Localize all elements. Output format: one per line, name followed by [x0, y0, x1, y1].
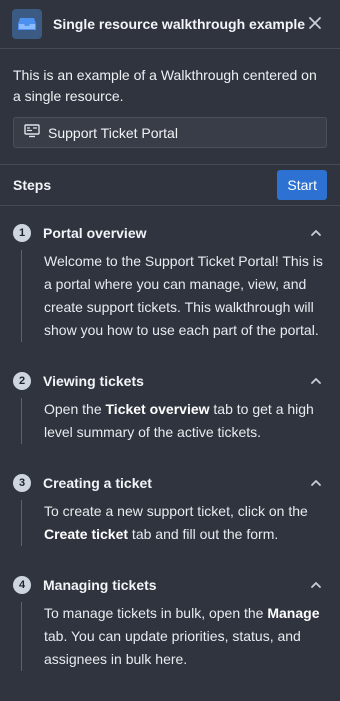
panel-title: Single resource walkthrough example — [53, 16, 306, 32]
step-body-text: tab and fill out the form. — [128, 526, 279, 542]
step-number: 4 — [13, 576, 31, 594]
step-number: 1 — [13, 224, 31, 242]
step-title: Creating a ticket — [43, 475, 152, 491]
step-item: 2 Viewing tickets Open the Ticket overview… — [13, 368, 327, 444]
step-item: 1 Portal overview Welcome to the Support T… — [13, 220, 327, 342]
step-number: 2 — [13, 372, 31, 390]
application-icon — [24, 124, 40, 141]
step-header[interactable]: 2 Viewing tickets — [13, 368, 327, 394]
step-body-text: Open the — [44, 401, 106, 417]
panel-header: Single resource walkthrough example — [0, 0, 340, 48]
resource-label: Support Ticket Portal — [48, 124, 178, 141]
close-icon[interactable] — [308, 16, 322, 30]
step-body-emphasis: Create ticket — [44, 526, 129, 542]
step-header[interactable]: 3 Creating a ticket — [13, 470, 327, 496]
step-number: 3 — [13, 474, 31, 492]
step-body: Welcome to the Support Ticket Portal! Th… — [21, 250, 327, 342]
step-item: 3 Creating a ticket To create a new suppor… — [13, 470, 327, 546]
step-title: Managing tickets — [43, 577, 157, 593]
step-body-emphasis: Ticket overview — [105, 401, 210, 417]
steps-list: 1 Portal overview Welcome to the Support T… — [0, 206, 340, 671]
step-body-text: tab. You can update priorities, status, … — [44, 628, 301, 667]
step-title: Viewing tickets — [43, 373, 144, 389]
start-button[interactable]: Start — [277, 170, 327, 200]
step-body: To create a new support ticket, click on… — [21, 500, 327, 546]
chevron-up-icon[interactable] — [309, 578, 323, 592]
step-item: 4 Managing tickets To manage tickets in bu… — [13, 572, 327, 671]
steps-bar: Steps Start — [0, 165, 340, 205]
step-body: Open the Ticket overview tab to get a hi… — [21, 398, 327, 444]
step-body-text: Welcome to the Support Ticket Portal! Th… — [44, 253, 323, 338]
step-body-emphasis: Manage — [267, 605, 320, 621]
steps-title: Steps — [13, 177, 52, 193]
chevron-up-icon[interactable] — [309, 374, 323, 388]
step-body-text: To create a new support ticket, click on… — [44, 503, 308, 519]
walkthrough-description: This is an example of a Walkthrough cent… — [13, 67, 317, 104]
resource-link[interactable]: Support Ticket Portal — [13, 117, 327, 148]
chevron-up-icon[interactable] — [309, 226, 323, 240]
inbox-icon — [12, 9, 42, 39]
step-title: Portal overview — [43, 225, 147, 241]
step-body-text: To manage tickets in bulk, open the — [44, 605, 268, 621]
step-header[interactable]: 1 Portal overview — [13, 220, 327, 246]
step-body: To manage tickets in bulk, open the Mana… — [21, 602, 327, 671]
chevron-up-icon[interactable] — [309, 476, 323, 490]
step-header[interactable]: 4 Managing tickets — [13, 572, 327, 598]
